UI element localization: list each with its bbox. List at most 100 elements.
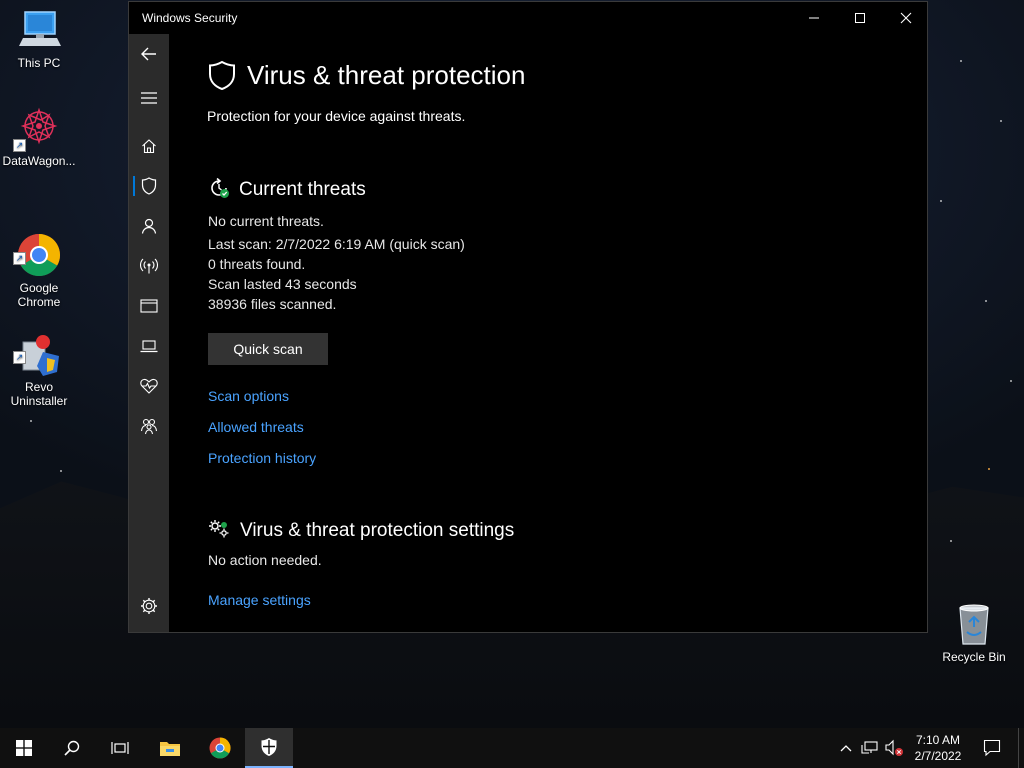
recycle-bin-icon [952,602,996,646]
allowed-threats-link[interactable]: Allowed threats [208,419,304,435]
settings-gears-icon [209,520,229,538]
nav-item-virus-protection[interactable] [129,170,169,202]
heart-icon [140,378,158,394]
chevron-up-icon [840,745,852,752]
chrome-icon [209,737,231,759]
person-icon [141,218,157,234]
nav-item-account[interactable] [129,210,169,242]
scan-duration: Scan lasted 43 seconds [208,276,357,292]
desktop-icon-revo-uninstaller[interactable]: ↗ Revo Uninstaller [1,304,77,408]
home-icon [142,139,156,154]
volume-tray-button[interactable] [884,738,904,758]
computer-icon [17,8,61,52]
wallpaper-star [1010,380,1012,382]
wireless-icon [140,258,158,274]
close-icon [900,12,912,24]
desktop-icon-label: DataWagon... [2,154,76,168]
back-arrow-icon [141,47,156,61]
nav-item-device-security[interactable] [129,330,169,362]
start-icon [16,740,32,756]
last-scan-info: Last scan: 2/7/2022 6:19 AM (quick scan) [208,236,465,252]
windows-security-taskbar-button[interactable] [245,728,293,768]
task-view-button[interactable] [96,728,144,768]
close-button[interactable] [883,2,929,34]
desktop-icon-google-chrome[interactable]: ↗ Google Chrome [1,205,77,309]
windows-security-window: Windows Security Virus & threat protecti… [128,1,928,633]
shortcut-arrow-icon: ↗ [13,351,26,364]
wallpaper-star [950,540,952,542]
gear-icon [141,598,157,614]
file-explorer-button[interactable] [146,728,194,768]
desktop-icon-datawagon[interactable]: ↗ DataWagon... [1,106,77,168]
protection-settings-heading: Virus & threat protection settings [240,520,515,541]
current-threats-icon [211,177,229,198]
nav-item-device-performance[interactable] [129,370,169,402]
minimize-icon [809,17,819,19]
family-icon [140,418,158,435]
desktop-icon-label: Recycle Bin [942,650,1006,664]
manage-settings-link[interactable]: Manage settings [208,592,311,608]
wallpaper-star [1000,120,1002,122]
nav-item-app-browser[interactable] [129,290,169,322]
task-view-icon [111,742,129,754]
quick-scan-button[interactable]: Quick scan [208,333,328,365]
window-title: Windows Security [142,11,238,25]
file-explorer-icon [160,742,180,756]
desktop-icon-label: Revo Uninstaller [10,380,68,408]
maximize-button[interactable] [837,2,883,34]
chrome-taskbar-button[interactable] [196,728,244,768]
clock-date: 2/7/2022 [914,749,962,763]
hamburger-icon [141,92,157,104]
shield-icon [209,60,235,90]
wallpaper-star [30,420,32,422]
notification-icon [983,739,1001,757]
nav-item-firewall[interactable] [129,250,169,282]
current-threats-heading: Current threats [239,179,366,200]
clock-time: 7:10 AM [915,733,961,747]
main-content: Virus & threat protection Protection for… [169,34,927,632]
page-title: Virus & threat protection [247,60,526,90]
search-icon [64,740,80,756]
minimize-button[interactable] [791,2,837,34]
chrome-icon: ↗ [13,219,61,277]
wallpaper-star [988,468,990,470]
nav-item-home[interactable] [129,130,169,162]
back-button[interactable] [129,38,169,70]
protection-history-link[interactable]: Protection history [208,450,316,466]
shortcut-arrow-icon: ↗ [13,139,26,152]
datawagon-icon: ↗ [13,106,61,152]
window-icon [140,299,158,313]
menu-button[interactable] [129,82,169,114]
wallpaper-star [960,60,962,62]
start-button[interactable] [0,728,48,768]
network-tray-button[interactable] [860,738,880,758]
maximize-icon [855,13,865,23]
wallpaper-star [940,200,942,202]
wallpaper-star [985,300,987,302]
taskbar: 7:10 AM 2/7/2022 [0,728,1024,768]
desktop-icon-label: This PC [17,56,61,70]
action-center-button[interactable] [982,738,1002,758]
nav-item-settings[interactable] [129,590,169,622]
threats-found: 0 threats found. [208,256,306,272]
window-titlebar[interactable]: Windows Security [129,2,927,34]
laptop-icon [140,340,158,353]
desktop-icon-recycle-bin[interactable]: Recycle Bin [936,602,1012,664]
files-scanned: 38936 files scanned. [208,296,337,312]
show-hidden-icons-button[interactable] [836,738,856,758]
show-desktop-button[interactable] [1018,728,1019,768]
search-button[interactable] [48,728,96,768]
windows-security-icon [261,738,277,756]
shield-icon [141,177,157,195]
revo-uninstaller-icon: ↗ [13,318,61,376]
protection-settings-status: No action needed. [208,552,322,568]
desktop-icon-this-pc[interactable]: This PC [1,8,77,70]
page-subtitle: Protection for your device against threa… [207,108,466,124]
nav-item-family[interactable] [129,410,169,442]
scan-options-link[interactable]: Scan options [208,388,289,404]
threat-status: No current threats. [208,213,324,229]
network-icon [861,741,878,754]
wallpaper-star [60,470,62,472]
navigation-sidebar [129,34,169,632]
taskbar-clock[interactable]: 7:10 AM 2/7/2022 [906,732,970,764]
